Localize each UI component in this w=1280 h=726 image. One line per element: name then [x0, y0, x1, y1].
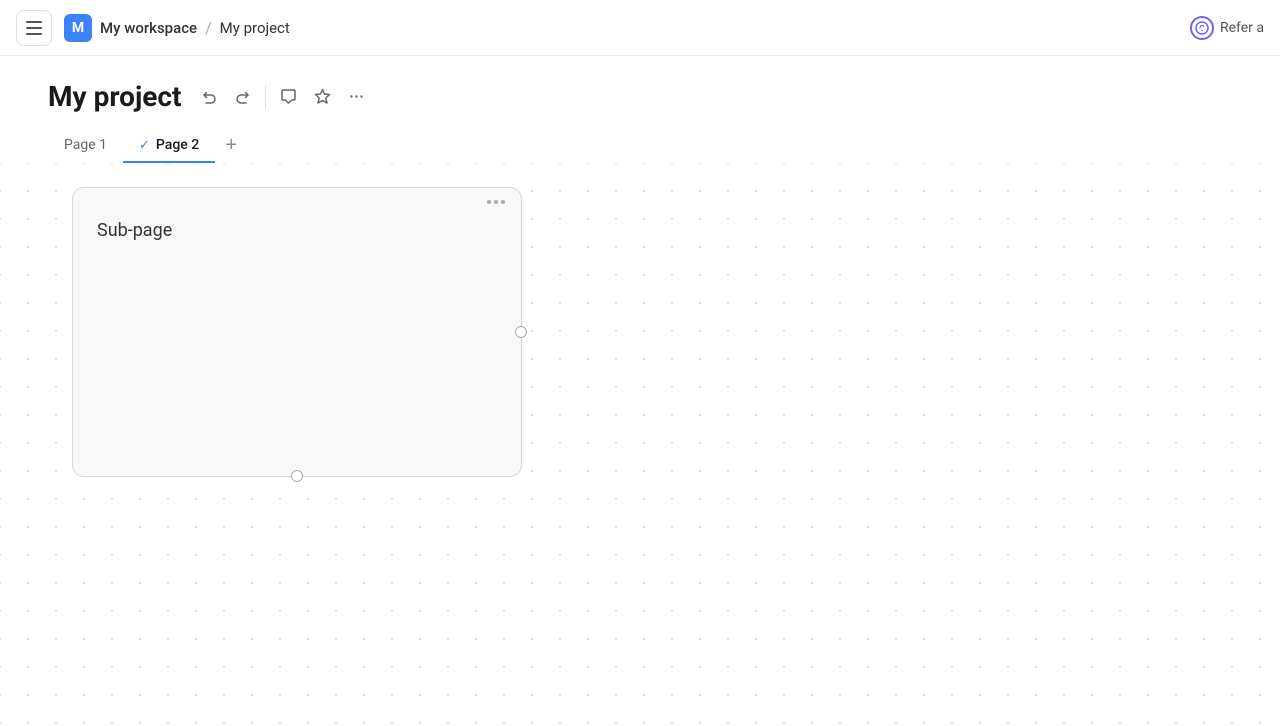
redo-button[interactable]	[227, 81, 259, 113]
refer-icon	[1190, 16, 1214, 40]
hamburger-button[interactable]	[16, 10, 52, 46]
toolbar-actions	[193, 81, 372, 113]
card-top-bar	[73, 188, 521, 212]
comment-button[interactable]	[272, 81, 304, 113]
breadcrumb: My workspace / My project	[100, 18, 290, 37]
tabs-bar: Page 1 ✓ Page 2 +	[0, 113, 1280, 163]
toolbar-divider	[265, 85, 266, 109]
more-icon	[348, 88, 365, 105]
page-title: My project	[48, 80, 181, 113]
hamburger-icon	[26, 21, 42, 35]
star-icon	[314, 88, 331, 105]
dot-1	[487, 200, 491, 204]
resize-handle-bottom[interactable]	[291, 470, 303, 482]
sub-page-card[interactable]: Sub-page	[72, 187, 522, 477]
undo-button[interactable]	[193, 81, 225, 113]
redo-icon	[235, 89, 251, 105]
main-content: My project	[0, 56, 1280, 726]
tab-page-1-label: Page 1	[64, 137, 107, 153]
tab-check-icon: ✓	[139, 138, 150, 153]
workspace-avatar: M	[64, 14, 92, 42]
card-options-button[interactable]	[483, 198, 509, 206]
dot-2	[494, 200, 498, 204]
refer-button[interactable]: Refer a	[1190, 16, 1264, 40]
top-nav: M My workspace / My project Refer a	[0, 0, 1280, 56]
undo-icon	[201, 89, 217, 105]
page-header: My project	[0, 56, 1280, 113]
breadcrumb-project[interactable]: My project	[220, 19, 290, 37]
star-button[interactable]	[306, 81, 338, 113]
card-content: Sub-page	[73, 212, 521, 249]
tab-page-2[interactable]: ✓ Page 2	[123, 129, 215, 163]
nav-right: Refer a	[1190, 16, 1264, 40]
dot-3	[501, 200, 505, 204]
tab-page-2-label: Page 2	[156, 137, 199, 153]
comment-icon	[280, 88, 297, 105]
breadcrumb-separator: /	[205, 18, 212, 37]
tab-page-1[interactable]: Page 1	[48, 129, 123, 163]
breadcrumb-workspace[interactable]: My workspace	[100, 19, 197, 37]
resize-handle-right[interactable]	[515, 326, 527, 338]
add-tab-button[interactable]: +	[215, 129, 247, 161]
sub-page-title: Sub-page	[97, 220, 172, 241]
more-button[interactable]	[340, 81, 372, 113]
canvas-area[interactable]: Sub-page	[0, 163, 1280, 726]
refer-text: Refer a	[1220, 20, 1264, 36]
